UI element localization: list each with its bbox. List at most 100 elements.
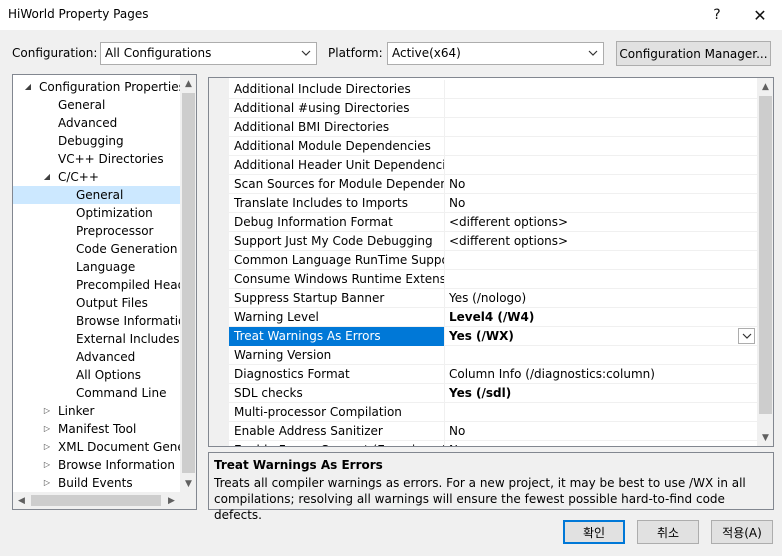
property-row[interactable]: Additional Module Dependencies xyxy=(229,137,757,156)
tree-horizontal-scrollbar[interactable]: ◀ ▶ xyxy=(13,492,196,509)
property-value[interactable] xyxy=(446,346,757,365)
property-row[interactable]: Treat Warnings As Errors Yes (/WX) xyxy=(229,327,757,346)
scroll-up-icon[interactable]: ▲ xyxy=(180,75,196,92)
property-row[interactable]: Scan Sources for Module Dependencies No xyxy=(229,175,757,194)
property-name: Additional BMI Directories xyxy=(229,118,445,137)
collapsed-arrow-icon[interactable]: ▷ xyxy=(42,460,52,470)
property-row[interactable]: Common Language RunTime Support xyxy=(229,251,757,270)
grid-vertical-scrollbar[interactable]: ▲ ▼ xyxy=(757,78,773,446)
property-value[interactable]: Level4 (/W4) xyxy=(446,308,757,327)
property-name: SDL checks xyxy=(229,384,445,403)
tree-item[interactable]: Debugging xyxy=(13,132,180,150)
property-row[interactable]: Enable Fuzzer Support (Experimental) No xyxy=(229,441,757,446)
tree-item[interactable]: ◢ Configuration Properties xyxy=(13,78,180,96)
property-value[interactable]: No xyxy=(446,175,757,194)
property-value[interactable]: No xyxy=(446,422,757,441)
tree-item[interactable]: Command Line xyxy=(13,384,180,402)
grid-scroll-thumb[interactable] xyxy=(759,96,772,414)
tree-item[interactable]: All Options xyxy=(13,366,180,384)
property-row[interactable]: Warning Level Level4 (/W4) xyxy=(229,308,757,327)
property-row[interactable]: Additional #using Directories xyxy=(229,99,757,118)
platform-dropdown[interactable]: Active(x64) xyxy=(387,42,604,65)
property-grid[interactable]: Additional Include Directories Additional… xyxy=(208,77,774,447)
tree-item[interactable]: ◢ C/C++ xyxy=(13,168,180,186)
tree-item[interactable]: ▷ XML Document Generator xyxy=(13,438,180,456)
tree-item[interactable]: General xyxy=(13,96,180,114)
property-row[interactable]: Additional BMI Directories xyxy=(229,118,757,137)
tree-item[interactable]: Advanced xyxy=(13,348,180,366)
scroll-right-icon[interactable]: ▶ xyxy=(163,492,180,509)
property-row[interactable]: Diagnostics Format Column Info (/diagnost… xyxy=(229,365,757,384)
property-row[interactable]: Multi-processor Compilation xyxy=(229,403,757,422)
tree-item[interactable]: General xyxy=(13,186,180,204)
tree-hscroll-thumb[interactable] xyxy=(31,495,161,506)
apply-button[interactable]: 적용(A) xyxy=(711,520,773,544)
tree-vertical-scrollbar[interactable]: ▲ ▼ xyxy=(180,75,196,492)
tree-item[interactable]: Language xyxy=(13,258,180,276)
help-icon[interactable]: ? xyxy=(695,0,739,30)
property-value[interactable] xyxy=(446,156,757,175)
value-dropdown-button[interactable] xyxy=(738,328,755,344)
tree-scroll-thumb[interactable] xyxy=(182,93,195,473)
collapsed-arrow-icon[interactable]: ▷ xyxy=(42,424,52,434)
cancel-button[interactable]: 취소 xyxy=(637,520,699,544)
tree-item[interactable]: Code Generation xyxy=(13,240,180,258)
expanded-arrow-icon[interactable]: ◢ xyxy=(42,172,52,182)
collapsed-arrow-icon[interactable]: ▷ xyxy=(42,406,52,416)
property-row[interactable]: Consume Windows Runtime Extension xyxy=(229,270,757,289)
property-row[interactable]: Debug Information Format <different optio… xyxy=(229,213,757,232)
ok-button[interactable]: 확인 xyxy=(563,520,625,544)
property-value[interactable] xyxy=(446,118,757,137)
property-value[interactable] xyxy=(446,80,757,99)
tree-item[interactable]: VC++ Directories xyxy=(13,150,180,168)
expanded-arrow-icon[interactable]: ◢ xyxy=(23,82,33,92)
property-value[interactable]: Yes (/nologo) xyxy=(446,289,757,308)
property-value-text: No xyxy=(449,424,466,438)
scroll-down-icon[interactable]: ▼ xyxy=(180,475,196,492)
property-row[interactable]: Translate Includes to Imports No xyxy=(229,194,757,213)
property-row[interactable]: Support Just My Code Debugging <different… xyxy=(229,232,757,251)
property-value-text: <different options> xyxy=(449,234,569,248)
configuration-dropdown[interactable]: All Configurations xyxy=(100,42,317,65)
property-row[interactable]: Additional Header Unit Dependencies xyxy=(229,156,757,175)
scroll-up-icon[interactable]: ▲ xyxy=(757,78,773,95)
property-tree[interactable]: ◢ Configuration Properties General Advanced… xyxy=(12,74,197,510)
property-row[interactable]: Suppress Startup Banner Yes (/nologo) xyxy=(229,289,757,308)
tree-item[interactable]: Preprocessor xyxy=(13,222,180,240)
tree-item[interactable]: ▷ Build Events xyxy=(13,474,180,492)
property-value[interactable]: <different options> xyxy=(446,232,757,251)
property-row[interactable]: Enable Address Sanitizer No xyxy=(229,422,757,441)
property-row[interactable]: Additional Include Directories xyxy=(229,80,757,99)
collapsed-arrow-icon[interactable]: ▷ xyxy=(42,478,52,488)
property-value[interactable] xyxy=(446,270,757,289)
tree-item[interactable]: Advanced xyxy=(13,114,180,132)
configuration-manager-button[interactable]: Configuration Manager... xyxy=(616,41,771,66)
property-value[interactable]: Yes (/WX) xyxy=(446,327,757,346)
property-value[interactable]: Column Info (/diagnostics:column) xyxy=(446,365,757,384)
property-value[interactable]: No xyxy=(446,441,757,446)
property-row[interactable]: Warning Version xyxy=(229,346,757,365)
tree-item[interactable]: Browse Information xyxy=(13,312,180,330)
property-value[interactable] xyxy=(446,403,757,422)
close-icon[interactable]: ✕ xyxy=(738,0,782,30)
tree-item[interactable]: Precompiled Headers xyxy=(13,276,180,294)
property-name: Multi-processor Compilation xyxy=(229,403,445,422)
property-name: Translate Includes to Imports xyxy=(229,194,445,213)
property-value[interactable] xyxy=(446,251,757,270)
tree-item[interactable]: ▷ Manifest Tool xyxy=(13,420,180,438)
property-value[interactable]: Yes (/sdl) xyxy=(446,384,757,403)
collapsed-arrow-icon[interactable]: ▷ xyxy=(42,442,52,452)
tree-item[interactable]: ▷ Browse Information xyxy=(13,456,180,474)
property-value[interactable] xyxy=(446,99,757,118)
tree-item[interactable]: Output Files xyxy=(13,294,180,312)
property-value[interactable]: <different options> xyxy=(446,213,757,232)
property-value[interactable]: No xyxy=(446,194,757,213)
tree-item[interactable]: ▷ Linker xyxy=(13,402,180,420)
tree-item[interactable]: Optimization xyxy=(13,204,180,222)
tree-item-label: XML Document Generator xyxy=(58,440,180,454)
tree-item[interactable]: External Includes xyxy=(13,330,180,348)
property-value[interactable] xyxy=(446,137,757,156)
scroll-down-icon[interactable]: ▼ xyxy=(757,429,773,446)
scroll-left-icon[interactable]: ◀ xyxy=(13,492,30,509)
property-row[interactable]: SDL checks Yes (/sdl) xyxy=(229,384,757,403)
